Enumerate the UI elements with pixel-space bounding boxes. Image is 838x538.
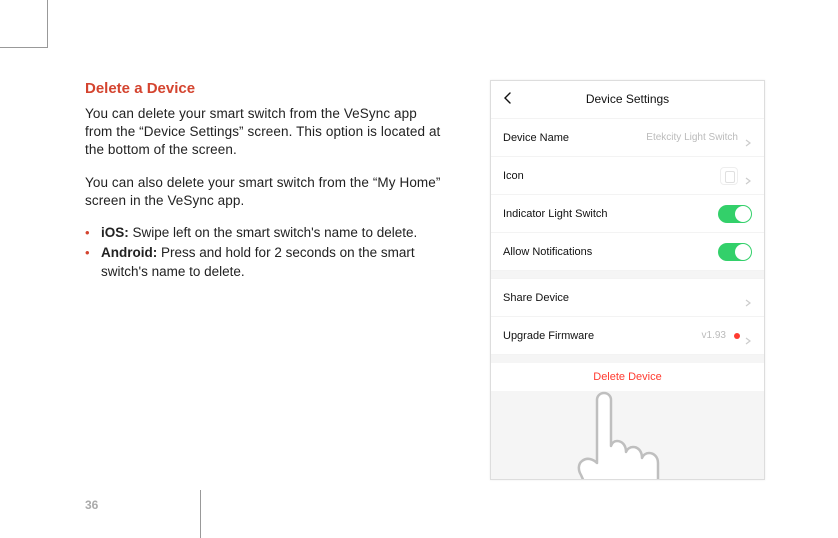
back-icon[interactable]: [501, 91, 515, 105]
delete-device-label: Delete Device: [593, 371, 661, 383]
row-indicator-light[interactable]: Indicator Light Switch: [491, 195, 764, 233]
row-label: Icon: [503, 170, 720, 182]
device-icon-preview: [720, 167, 738, 185]
row-label: Indicator Light Switch: [503, 208, 718, 220]
row-value: Etekcity Light Switch: [646, 132, 738, 143]
bullet-android-label: Android:: [101, 245, 157, 260]
row-icon[interactable]: Icon: [491, 157, 764, 195]
update-dot-icon: [734, 333, 740, 339]
phone-header: Device Settings: [491, 81, 764, 119]
row-upgrade-firmware[interactable]: Upgrade Firmware v1.93: [491, 317, 764, 355]
row-device-name[interactable]: Device Name Etekcity Light Switch: [491, 119, 764, 157]
bullet-ios-text: Swipe left on the smart switch's name to…: [129, 225, 417, 240]
row-label: Share Device: [503, 292, 744, 304]
bullet-ios-label: iOS:: [101, 225, 129, 240]
paragraph-1: You can delete your smart switch from th…: [85, 105, 445, 160]
section-gap: [491, 271, 764, 279]
pointing-hand-icon: [546, 385, 666, 480]
page-content: Delete a Device You can delete your smar…: [85, 80, 765, 480]
section-heading: Delete a Device: [85, 80, 445, 97]
row-label: Allow Notifications: [503, 246, 718, 258]
crop-mark-bottom: [200, 490, 201, 538]
toggle-on-icon[interactable]: [718, 243, 752, 261]
chevron-right-icon: [744, 332, 752, 340]
page-number: 36: [85, 498, 98, 512]
bullet-android: Android: Press and hold for 2 seconds on…: [85, 244, 445, 280]
row-allow-notifications[interactable]: Allow Notifications: [491, 233, 764, 271]
row-label: Device Name: [503, 132, 646, 144]
phone-below-area: [491, 399, 764, 480]
crop-mark-top-left: [0, 0, 48, 48]
chevron-right-icon: [744, 172, 752, 180]
bullet-ios: iOS: Swipe left on the smart switch's na…: [85, 224, 445, 242]
text-column: Delete a Device You can delete your smar…: [85, 80, 445, 283]
phone-title: Device Settings: [586, 92, 669, 106]
phone-screenshot: Device Settings Device Name Etekcity Lig…: [490, 80, 765, 480]
row-share-device[interactable]: Share Device: [491, 279, 764, 317]
row-label: Upgrade Firmware: [503, 330, 702, 342]
chevron-right-icon: [744, 294, 752, 302]
paragraph-2: You can also delete your smart switch fr…: [85, 174, 445, 210]
row-value: v1.93: [702, 330, 726, 341]
toggle-on-icon[interactable]: [718, 205, 752, 223]
chevron-right-icon: [744, 134, 752, 142]
